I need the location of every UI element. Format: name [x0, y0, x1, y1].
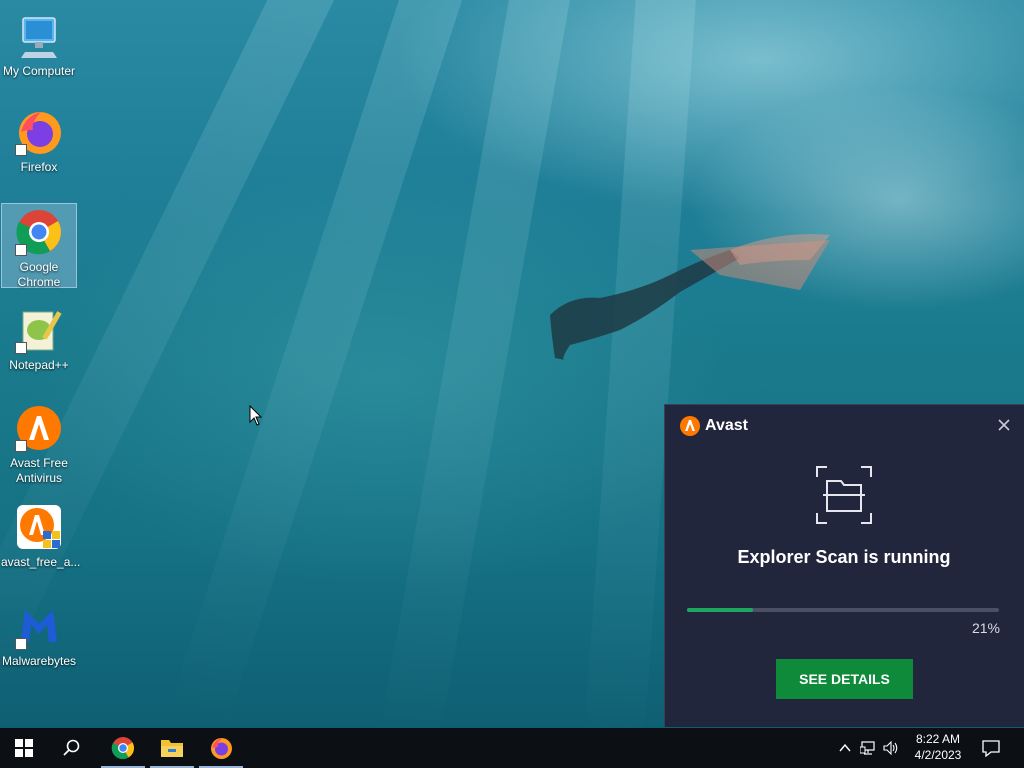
avast-installer-icon — [15, 503, 63, 551]
scan-progress-bar — [687, 608, 999, 612]
file-explorer-icon — [161, 740, 183, 757]
desktop-icon-my-computer[interactable]: My Computer — [1, 8, 77, 79]
action-center-button[interactable] — [968, 728, 1014, 768]
taskbar-firefox-button[interactable] — [197, 728, 245, 768]
see-details-button[interactable]: SEE DETAILS — [776, 659, 913, 699]
shortcut-arrow-icon — [15, 144, 27, 156]
avast-scan-popup: Avast Explorer Scan is running 21% SEE D… — [664, 404, 1024, 727]
clock-time: 8:22 AM — [915, 732, 961, 746]
mouse-cursor-icon — [249, 405, 263, 426]
desktop-wallpaper: My Computer Firefox Google Chrome Notepa… — [0, 0, 1024, 728]
icon-label: Firefox — [20, 160, 58, 174]
start-button[interactable] — [0, 728, 48, 768]
desktop-icon-malwarebytes[interactable]: Malwarebytes — [1, 598, 77, 669]
system-tray — [838, 728, 899, 768]
firefox-icon — [15, 108, 63, 156]
taskbar-file-explorer-button[interactable] — [148, 728, 196, 768]
close-icon — [998, 419, 1010, 431]
icon-label: Google Chrome — [17, 260, 61, 289]
folder-scan-icon — [816, 466, 872, 524]
desktop-icon-google-chrome[interactable]: Google Chrome — [1, 203, 77, 289]
shortcut-arrow-icon — [15, 342, 27, 354]
firefox-icon — [211, 738, 232, 759]
malwarebytes-icon — [15, 602, 63, 650]
desktop-icon-avast-installer[interactable]: avast_free_a... — [1, 499, 81, 570]
icon-label: Avast Free Antivirus — [10, 456, 68, 485]
notepadpp-icon — [15, 306, 63, 354]
search-button[interactable] — [48, 728, 96, 768]
desktop-icon-firefox[interactable]: Firefox — [1, 104, 77, 175]
search-icon — [63, 739, 80, 756]
network-icon[interactable] — [860, 741, 876, 755]
computer-icon — [15, 12, 63, 60]
desktop-icon-avast-free-antivirus[interactable]: Avast Free Antivirus — [1, 400, 77, 486]
taskbar-clock[interactable]: 8:22 AM 4/2/2023 — [908, 731, 968, 763]
chevron-up-icon[interactable] — [838, 741, 852, 755]
icon-label: Malwarebytes — [1, 654, 77, 668]
scan-progress-fill — [687, 608, 753, 612]
close-button[interactable] — [996, 417, 1012, 433]
avast-brand: Avast — [679, 415, 748, 437]
clock-date: 4/2/2023 — [914, 748, 962, 762]
shortcut-arrow-icon — [15, 244, 27, 256]
desktop-icon-notepadpp[interactable]: Notepad++ — [1, 302, 77, 373]
shortcut-arrow-icon — [15, 440, 27, 452]
scan-status-title: Explorer Scan is running — [737, 547, 951, 567]
taskbar: 8:22 AM 4/2/2023 — [0, 728, 1024, 768]
taskbar-chrome-button[interactable] — [99, 728, 147, 768]
avast-icon — [15, 404, 63, 452]
swimmer-silhouette — [550, 234, 830, 360]
avast-logo-icon — [680, 416, 700, 436]
notification-icon — [982, 740, 1000, 757]
chrome-icon — [15, 208, 63, 256]
icon-label: My Computer — [2, 64, 76, 78]
avast-brand-label: Avast — [705, 417, 748, 434]
volume-icon[interactable] — [883, 741, 899, 755]
scan-progress-percent: 21% — [971, 620, 1000, 636]
start-icon — [15, 739, 33, 757]
icon-label: Notepad++ — [9, 358, 69, 372]
shortcut-arrow-icon — [15, 638, 27, 650]
icon-label: avast_free_a... — [1, 555, 81, 569]
chrome-icon — [111, 737, 134, 760]
